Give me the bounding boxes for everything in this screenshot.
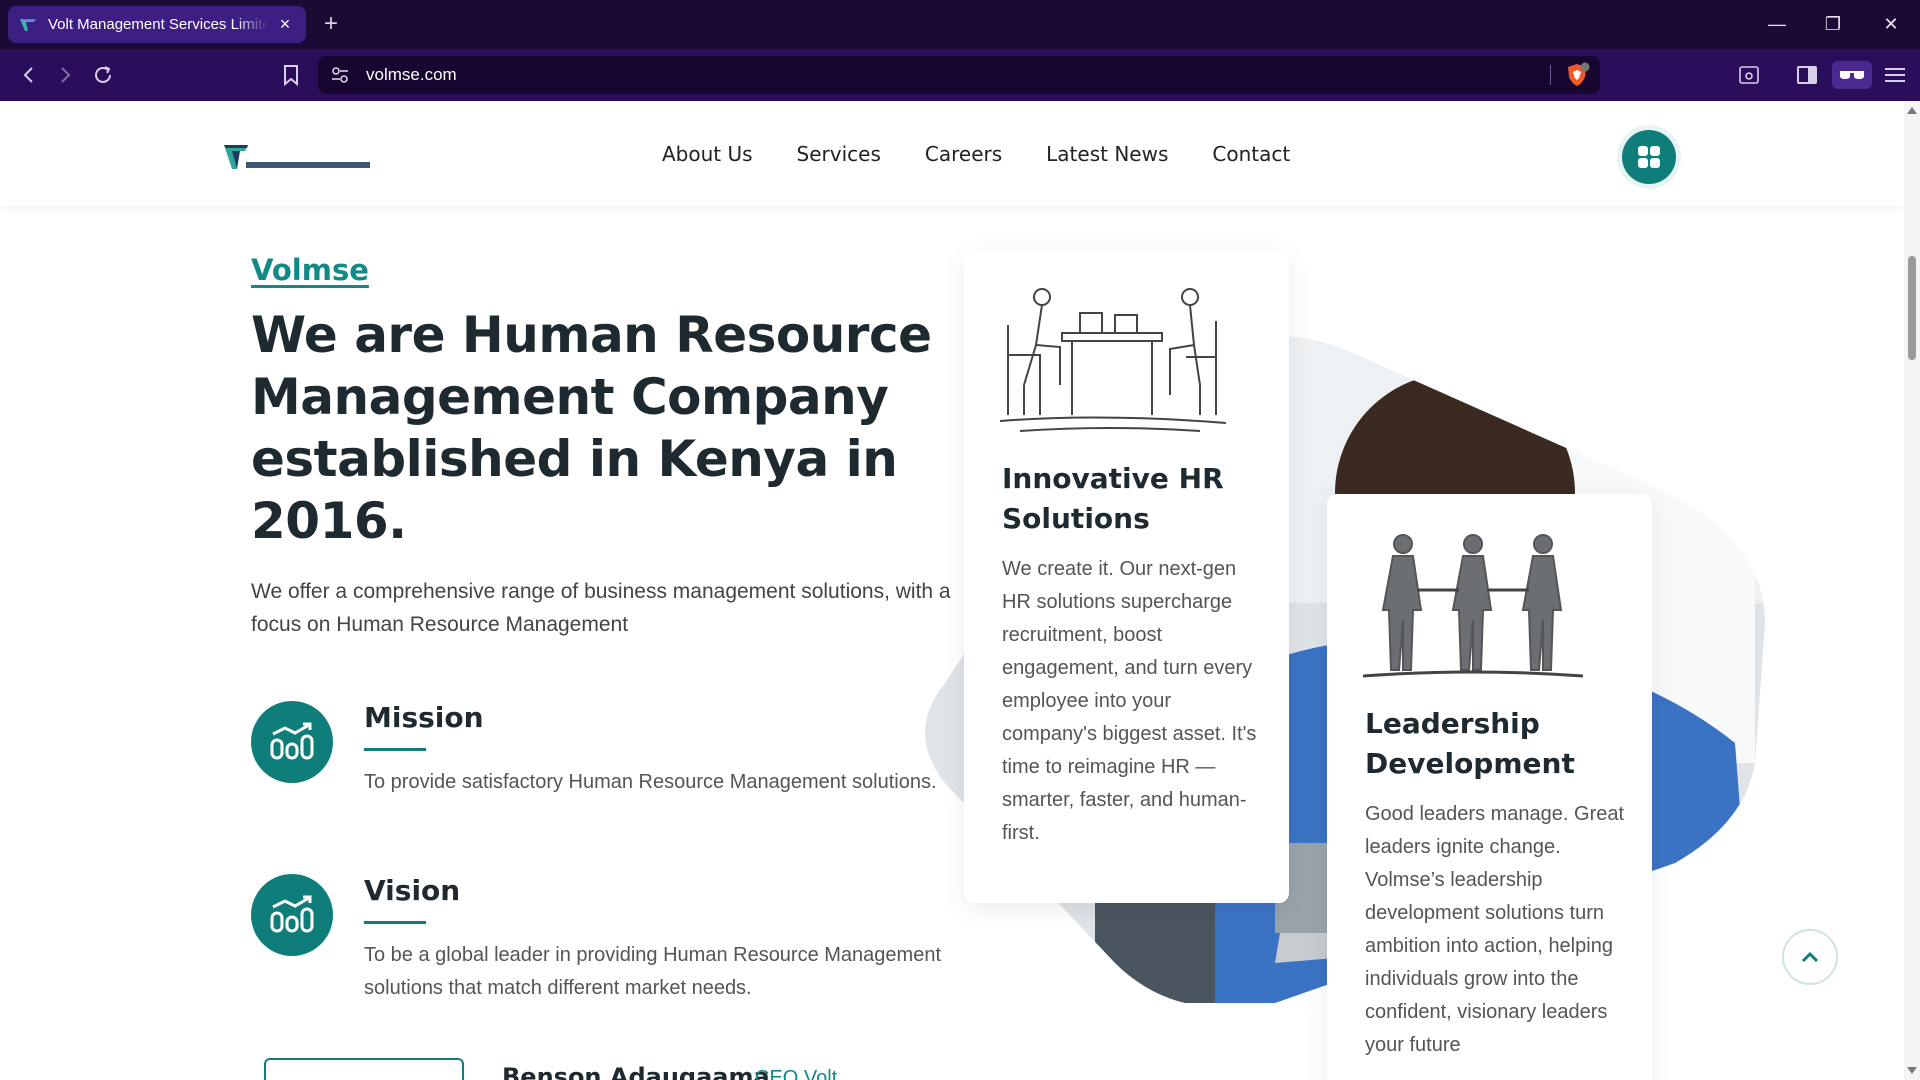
bookmark-icon xyxy=(284,65,298,87)
forward-button[interactable] xyxy=(50,61,80,89)
service-card-leadership[interactable]: Leadership Development Good leaders mana… xyxy=(1327,494,1652,1080)
growth-chart-icon xyxy=(251,874,333,956)
url-text[interactable]: volmse.com xyxy=(366,56,457,94)
scroll-down-arrow-icon[interactable] xyxy=(1907,1067,1917,1074)
main-menu-button[interactable] xyxy=(1880,61,1910,89)
reader-mode-button[interactable] xyxy=(1734,61,1764,89)
reader-mode-icon xyxy=(1739,66,1759,84)
address-divider xyxy=(1550,65,1551,85)
hamburger-icon xyxy=(1885,68,1905,82)
author-name: Benson Adaugaama xyxy=(502,1063,770,1080)
sidebar-icon xyxy=(1797,66,1817,84)
web-page: About Us Services Careers Latest News Co… xyxy=(0,101,1904,1080)
window-close-button[interactable]: ✕ xyxy=(1876,10,1906,38)
nav-link-about-us[interactable]: About Us xyxy=(662,142,753,166)
nav-link-services[interactable]: Services xyxy=(797,142,881,166)
address-bar[interactable]: volmse.com xyxy=(318,56,1600,94)
tab-close-icon[interactable]: × xyxy=(274,13,296,35)
back-button[interactable] xyxy=(14,61,44,89)
service-card-innovative-hr[interactable]: Innovative HR Solutions We create it. Ou… xyxy=(964,249,1289,903)
browser-tab-strip: Volt Management Services Limited × + — ❐… xyxy=(0,0,1920,49)
mission-title: Mission xyxy=(364,701,484,734)
site-header: About Us Services Careers Latest News Co… xyxy=(0,101,1904,206)
nav-link-contact[interactable]: Contact xyxy=(1212,142,1290,166)
brave-shield-icon[interactable] xyxy=(1564,62,1590,88)
volt-favicon-icon xyxy=(20,18,36,31)
tab-title: Volt Management Services Limited xyxy=(48,16,268,33)
browser-toolbar: volmse.com xyxy=(0,49,1920,101)
back-to-top-button[interactable] xyxy=(1782,929,1838,985)
mission-underline xyxy=(364,748,426,751)
vision-underline xyxy=(364,921,426,924)
private-window-button[interactable] xyxy=(1832,61,1872,89)
meeting-sketch-illustration xyxy=(1000,288,1226,432)
site-settings-icon xyxy=(332,67,348,83)
window-minimize-button[interactable]: — xyxy=(1762,10,1792,38)
volmse-logo[interactable] xyxy=(222,141,372,175)
window-restore-button[interactable]: ❐ xyxy=(1818,10,1848,38)
team-hands-sketch-illustration xyxy=(1363,534,1583,678)
mission-text: To provide satisfactory Human Resource M… xyxy=(364,771,937,793)
nav-link-careers[interactable]: Careers xyxy=(925,142,1002,166)
scroll-up-arrow-icon[interactable] xyxy=(1907,107,1917,114)
back-arrow-icon xyxy=(23,67,33,83)
card-title-innovative-hr: Innovative HR Solutions xyxy=(1002,462,1224,535)
bookmark-button[interactable] xyxy=(276,61,306,89)
hero-headline: We are Human Resource Management Company… xyxy=(251,306,932,550)
grid-icon xyxy=(1638,146,1660,168)
card-text-innovative-hr: We create it. Our next-gen HR solutions … xyxy=(1002,558,1257,844)
scrollbar-thumb[interactable] xyxy=(1908,256,1916,360)
nav-link-latest-news[interactable]: Latest News xyxy=(1046,142,1168,166)
grid-menu-button[interactable] xyxy=(1622,130,1676,184)
vision-title: Vision xyxy=(364,874,461,907)
growth-chart-icon xyxy=(251,701,333,783)
chevron-up-icon xyxy=(1801,951,1819,963)
reload-icon xyxy=(95,66,111,83)
hero-eyebrow-link[interactable]: Volmse xyxy=(251,253,369,287)
sidebar-toggle-button[interactable] xyxy=(1792,61,1822,89)
author-photo-frame xyxy=(264,1058,464,1080)
main-nav: About Us Services Careers Latest News Co… xyxy=(662,101,1290,206)
glasses-icon xyxy=(1840,71,1864,79)
page-scrollbar[interactable] xyxy=(1904,101,1920,1080)
card-text-leadership: Good leaders manage. Great leaders ignit… xyxy=(1365,803,1625,1056)
vision-text: To be a global leader in providing Human… xyxy=(364,944,942,999)
forward-arrow-icon xyxy=(61,67,71,83)
new-tab-button[interactable]: + xyxy=(318,12,344,38)
browser-tab[interactable]: Volt Management Services Limited × xyxy=(8,6,306,43)
reload-button[interactable] xyxy=(88,61,118,89)
hero-intro: We offer a comprehensive range of busine… xyxy=(251,580,951,636)
author-role: CEO Volt xyxy=(755,1067,838,1080)
card-title-leadership: Leadership Development xyxy=(1365,707,1575,780)
